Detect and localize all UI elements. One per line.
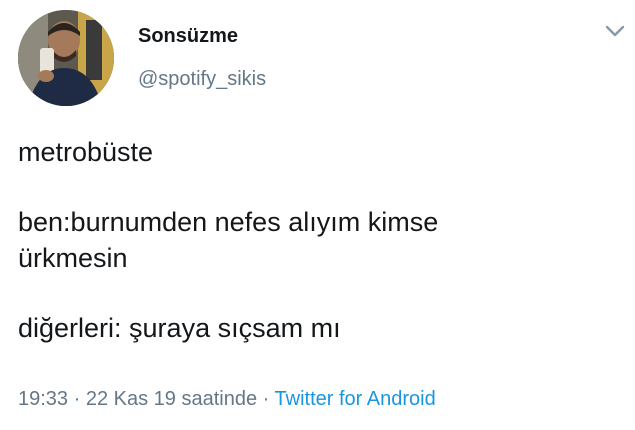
tweet-metadata: 19:33 · 22 Kas 19 saatinde · Twitter for… bbox=[18, 388, 436, 411]
tweet-paragraph: diğerleri: şuraya sıçsam mı bbox=[18, 313, 341, 343]
tweet-source-link[interactable]: Twitter for Android bbox=[275, 388, 436, 410]
chevron-down-icon[interactable] bbox=[604, 24, 626, 38]
tweet-card: Sonsüzme @spotify_sikis metrobüste ben:b… bbox=[0, 0, 635, 430]
tweet-paragraph: metrobüste bbox=[18, 137, 154, 167]
user-handle[interactable]: @spotify_sikis bbox=[138, 68, 266, 91]
avatar[interactable] bbox=[18, 10, 114, 106]
tweet-text: metrobüste ben:burnumden nefes alıyım ki… bbox=[18, 134, 618, 380]
display-name[interactable]: Sonsüzme bbox=[138, 25, 238, 48]
tweet-date[interactable]: 22 Kas 19 saatinde bbox=[86, 388, 257, 410]
meta-separator: · bbox=[262, 388, 270, 410]
profile-photo-icon bbox=[18, 10, 114, 106]
tweet-paragraph: ben:burnumden nefes alıyım kimse ürkmesi… bbox=[18, 207, 439, 273]
meta-separator: · bbox=[73, 388, 81, 410]
tweet-time[interactable]: 19:33 bbox=[18, 388, 68, 410]
